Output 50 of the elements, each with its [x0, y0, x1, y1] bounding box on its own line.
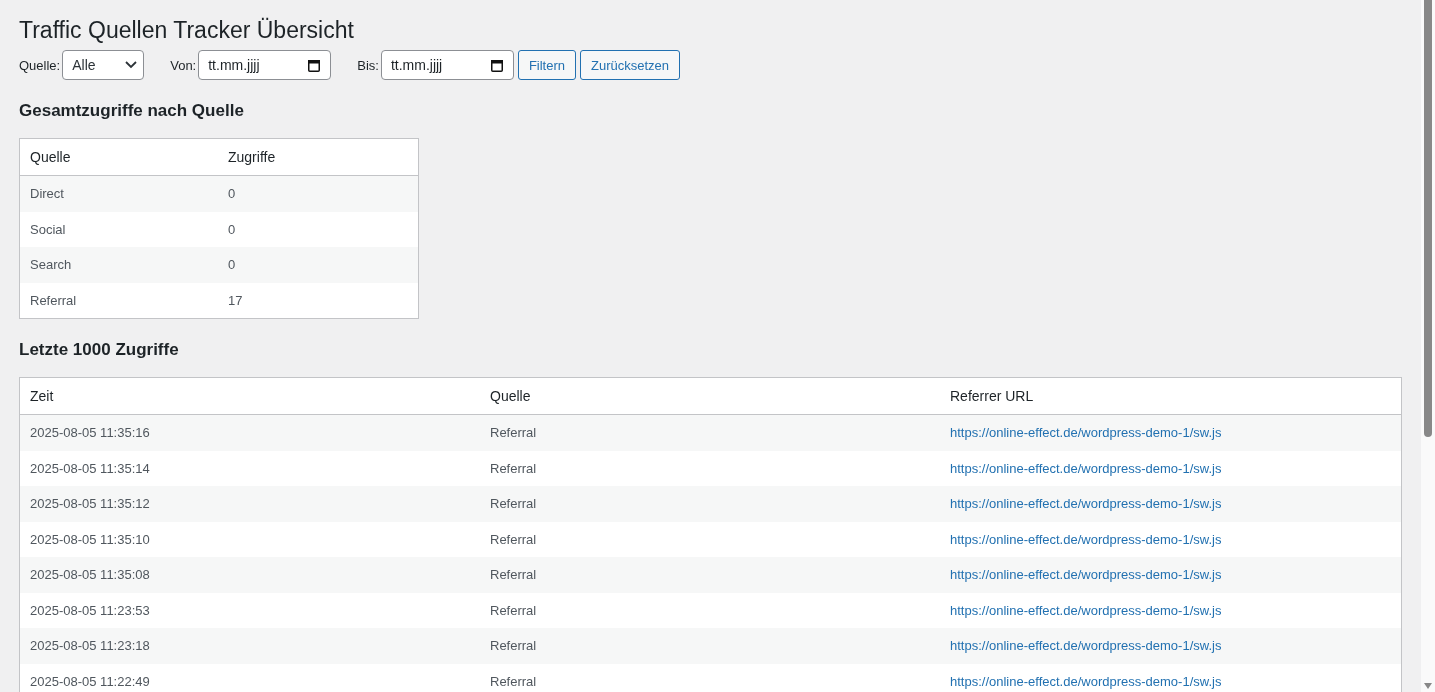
table-cell: Referral — [480, 450, 940, 486]
filter-button[interactable]: Filtern — [517, 50, 577, 80]
referrer-link[interactable]: https://online-effect.de/wordpress-demo-1/sw.js — [950, 602, 1222, 618]
field-label: Von: — [170, 57, 197, 73]
table-cell: Referral — [480, 592, 940, 628]
field-label: Bis: — [357, 57, 379, 73]
table-cell: 2025-08-05 11:23:18 — [19, 628, 480, 664]
table-cell: 2025-08-05 11:35:08 — [19, 557, 480, 593]
calendar-icon[interactable] — [308, 58, 321, 72]
table-cell: 2025-08-05 11:23:53 — [19, 592, 480, 628]
calendar-icon[interactable] — [490, 58, 503, 72]
scrollbar-thumb[interactable] — [1424, 0, 1432, 437]
table-cell: Referral — [480, 628, 940, 664]
column-header: Zugriffe — [218, 138, 419, 176]
table-cell: Direct — [19, 175, 218, 212]
table-cell: Referral — [480, 486, 940, 522]
scrollbar[interactable] — [1421, 0, 1435, 692]
table-cell: Referral — [480, 663, 940, 692]
referrer-link[interactable]: https://online-effect.de/wordpress-demo-1/sw.js — [950, 460, 1222, 476]
table-cell: Social — [19, 211, 218, 247]
table-cell: 2025-08-05 11:35:12 — [19, 486, 480, 522]
table-cell: 2025-08-05 11:22:49 — [19, 663, 480, 692]
table-cell: Referral — [480, 521, 940, 557]
table-cell: 2025-08-05 11:35:10 — [19, 521, 480, 557]
table-cell: 2025-08-05 11:35:14 — [19, 450, 480, 486]
table-cell: 0 — [218, 247, 419, 283]
table-cell: 17 — [218, 282, 419, 319]
table-cell: Referral — [480, 414, 940, 451]
source-dropdown[interactable]: Alle — [62, 50, 145, 80]
referrer-link[interactable]: https://online-effect.de/wordpress-demo-1/sw.js — [950, 673, 1222, 689]
filter-button[interactable]: Zurücksetzen — [580, 50, 681, 80]
table-cell: 2025-08-05 11:35:16 — [19, 414, 480, 451]
table-cell: 0 — [218, 211, 419, 247]
table-cell: Search — [19, 247, 218, 283]
page-title: Traffic Quellen Tracker Übersicht — [19, 16, 355, 44]
scroll-down-arrow-icon[interactable] — [1424, 683, 1432, 689]
column-header: Quelle — [19, 138, 218, 176]
chevron-down-icon — [125, 61, 138, 69]
date-field[interactable]: tt.mm.jjjj — [380, 50, 514, 80]
table-cell: Referral — [19, 282, 218, 319]
column-header: Zeit — [19, 377, 480, 415]
column-header: Referrer URL — [940, 377, 1402, 415]
field-label: Quelle: — [19, 57, 61, 73]
column-header: Quelle — [480, 377, 940, 415]
section-heading: Gesamtzugriffe nach Quelle — [19, 100, 245, 122]
table-cell: 0 — [218, 175, 419, 212]
referrer-link[interactable]: https://online-effect.de/wordpress-demo-1/sw.js — [950, 531, 1222, 547]
table-cell: Referral — [480, 557, 940, 593]
date-field[interactable]: tt.mm.jjjj — [198, 50, 332, 80]
section-heading: Letzte 1000 Zugriffe — [19, 339, 180, 361]
